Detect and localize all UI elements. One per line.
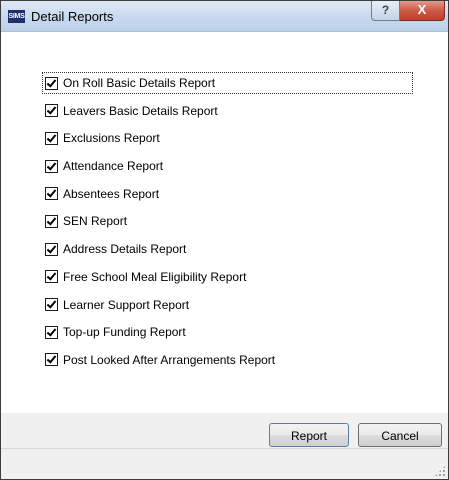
report-checklist: On Roll Basic Details Report Leavers Bas… [42,72,413,378]
report-item-sen[interactable]: SEN Report [45,211,412,231]
report-label: Absentees Report [63,186,160,201]
checkbox-checked-icon[interactable] [45,214,58,228]
checkbox-checked-icon[interactable] [45,325,58,339]
checkbox-checked-icon[interactable] [45,187,58,201]
report-label: Free School Meal Eligibility Report [63,269,247,284]
checkbox-checked-icon[interactable] [45,298,58,311]
report-label: Address Details Report [63,242,187,257]
sims-app-icon: SIMS [8,10,25,23]
report-label: Learner Support Report [63,297,190,312]
help-icon[interactable]: ? [371,1,400,21]
report-label: Attendance Report [63,159,164,174]
report-label: Top-up Funding Report [63,325,186,340]
report-item-learner-support[interactable]: Learner Support Report [45,295,412,315]
report-label: Leavers Basic Details Report [63,103,218,118]
window-title: Detail Reports [31,9,114,24]
report-item-free-school-meal[interactable]: Free School Meal Eligibility Report [45,267,412,287]
report-label: Exclusions Report [63,131,160,146]
report-item-exclusions[interactable]: Exclusions Report [45,128,412,148]
checkbox-checked-icon[interactable] [45,353,58,367]
report-item-post-looked-after[interactable]: Post Looked After Arrangements Report [45,350,412,370]
checkbox-checked-icon[interactable] [45,76,58,90]
report-item-top-up-funding[interactable]: Top-up Funding Report [45,322,412,342]
checkbox-checked-icon[interactable] [45,159,58,173]
report-item-leavers[interactable]: Leavers Basic Details Report [45,101,412,121]
report-item-attendance[interactable]: Attendance Report [45,156,412,176]
report-selection-panel: On Roll Basic Details Report Leavers Bas… [1,32,448,413]
title-bar-buttons: ? X [371,1,445,21]
dialog-button-bar: Report Cancel [1,413,448,448]
cancel-button[interactable]: Cancel [358,423,442,447]
checkbox-checked-icon[interactable] [45,104,58,118]
report-item-absentees[interactable]: Absentees Report [45,184,412,204]
title-bar[interactable]: SIMS Detail Reports ? X [1,1,448,32]
checkbox-checked-icon[interactable] [45,131,58,145]
report-label: On Roll Basic Details Report [63,76,216,90]
report-item-on-roll[interactable]: On Roll Basic Details Report [42,72,413,94]
report-item-address-details[interactable]: Address Details Report [45,239,412,259]
report-label: SEN Report [63,214,128,229]
checkbox-checked-icon[interactable] [45,270,58,284]
resize-grip-icon[interactable] [434,465,446,477]
report-button[interactable]: Report [269,423,349,447]
status-bar [1,448,448,479]
checkbox-checked-icon[interactable] [45,242,58,256]
close-icon[interactable]: X [400,1,445,21]
detail-reports-dialog: SIMS Detail Reports ? X On Roll Basic De… [0,0,449,480]
report-label: Post Looked After Arrangements Report [63,352,276,367]
